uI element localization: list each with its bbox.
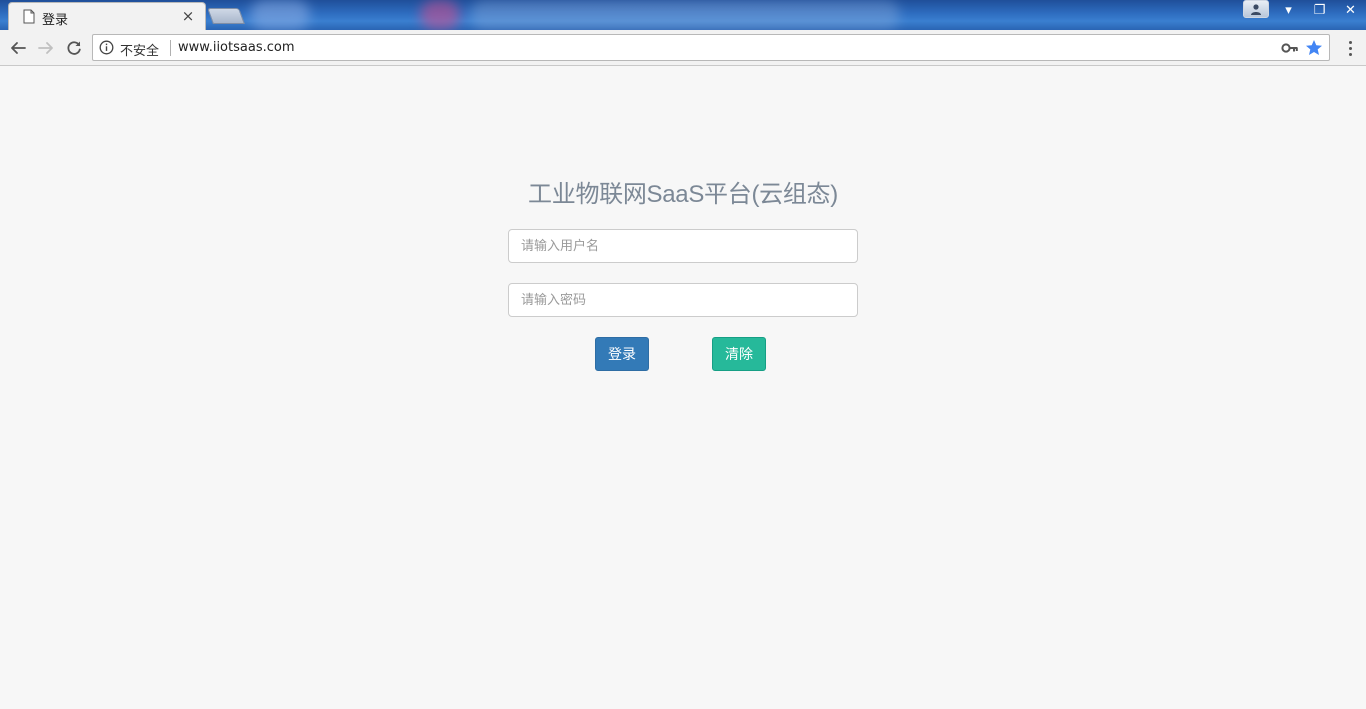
star-icon[interactable] xyxy=(1304,38,1324,58)
reload-icon xyxy=(67,41,81,55)
password-input[interactable] xyxy=(508,283,858,317)
new-tab-button[interactable] xyxy=(207,8,245,24)
url-text[interactable]: www.iiotsaas.com xyxy=(178,40,295,55)
info-icon[interactable] xyxy=(99,40,114,55)
browser-titlebar: 登录 × ▾ ❐ ✕ xyxy=(0,0,1366,30)
username-input[interactable] xyxy=(508,229,858,263)
window-close-icon[interactable]: ✕ xyxy=(1335,0,1366,20)
kebab-menu-icon[interactable] xyxy=(1342,38,1358,58)
titlebar-blur xyxy=(250,0,310,30)
titlebar-blur xyxy=(470,0,900,30)
address-bar[interactable]: 不安全 www.iiotsaas.com xyxy=(92,34,1330,61)
tab-title: 登录 xyxy=(42,13,69,28)
window-controls: ▾ ❐ ✕ xyxy=(1239,0,1366,20)
address-separator xyxy=(170,40,171,56)
back-button[interactable] xyxy=(6,36,30,60)
page-icon xyxy=(23,9,35,24)
login-page: 工业物联网SaaS平台(云组态) 登录 清除 xyxy=(0,67,1366,709)
browser-tab-login[interactable]: 登录 × xyxy=(8,2,206,30)
forward-button[interactable] xyxy=(34,36,58,60)
minimize-icon[interactable]: ▾ xyxy=(1273,0,1304,20)
security-label[interactable]: 不安全 xyxy=(120,40,159,59)
tab-close-icon[interactable]: × xyxy=(180,8,196,24)
user-icon[interactable] xyxy=(1243,0,1269,18)
clear-button[interactable]: 清除 xyxy=(712,337,766,371)
titlebar-blur xyxy=(420,0,460,30)
key-icon[interactable] xyxy=(1281,40,1299,56)
restore-icon[interactable]: ❐ xyxy=(1304,0,1335,20)
arrow-left-icon xyxy=(11,42,26,54)
login-button[interactable]: 登录 xyxy=(595,337,649,371)
browser-toolbar: 不安全 www.iiotsaas.com xyxy=(0,30,1366,66)
reload-button[interactable] xyxy=(62,36,86,60)
page-title: 工业物联网SaaS平台(云组态) xyxy=(528,181,838,208)
arrow-right-icon xyxy=(38,42,53,54)
